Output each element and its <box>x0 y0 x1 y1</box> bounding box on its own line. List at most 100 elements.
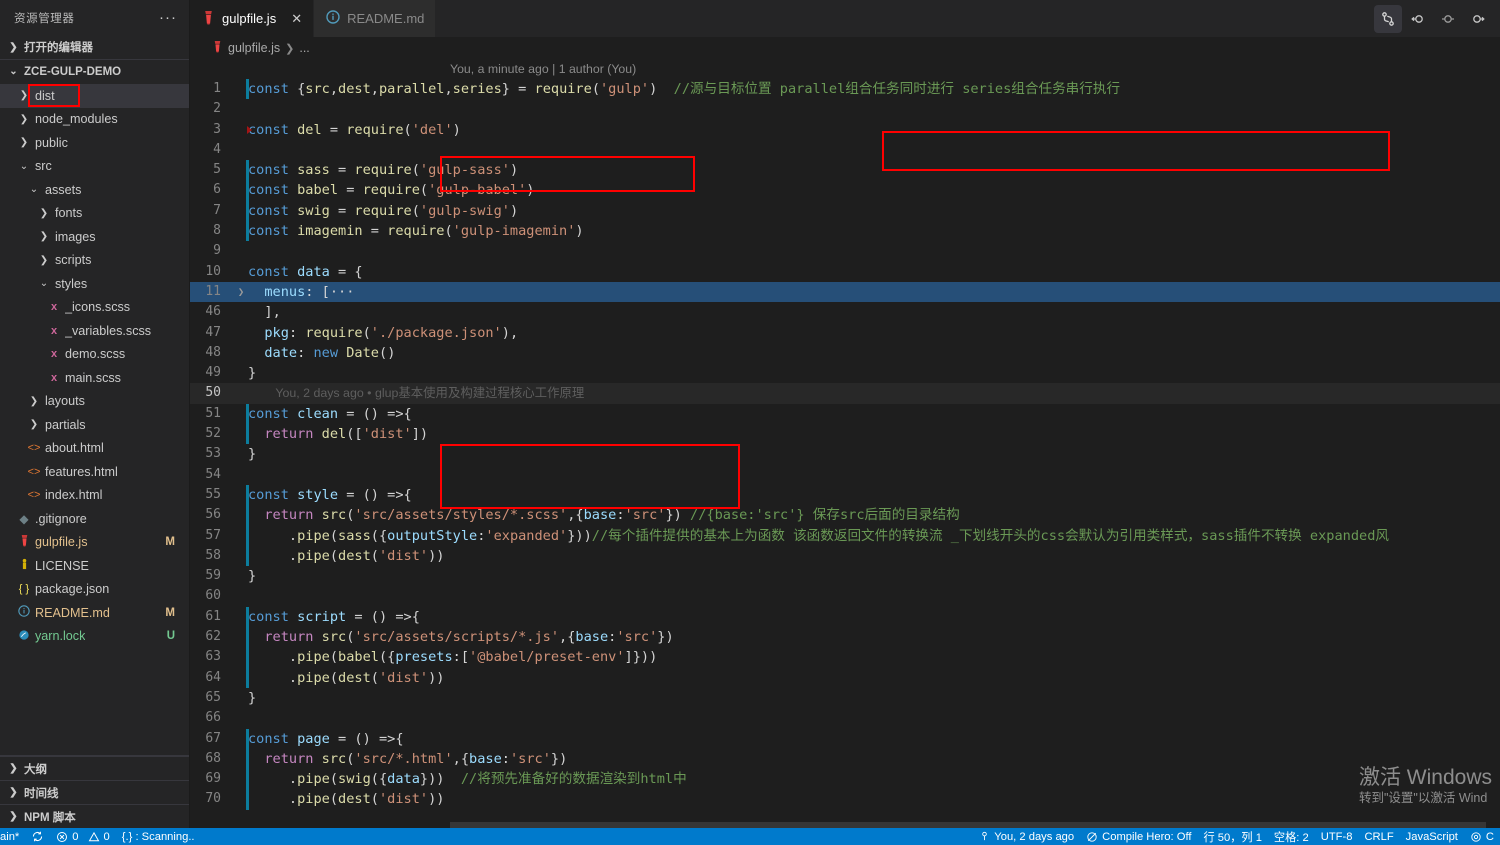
split-editor-right-icon[interactable] <box>1464 5 1492 33</box>
status-scanning[interactable]: {.} : Scanning.. <box>116 828 201 845</box>
code-lines[interactable]: 1 const {src,dest,parallel,series} = requ… <box>190 79 1500 828</box>
tree-item-readme-md[interactable]: README.md M <box>0 601 189 625</box>
code-line[interactable]: 10 const data = { <box>190 262 1500 282</box>
status-blame[interactable]: You, 2 days ago <box>973 828 1080 845</box>
horizontal-scrollbar[interactable] <box>450 822 1486 828</box>
tree-item-scripts[interactable]: ❯ scripts <box>0 249 189 273</box>
code-line[interactable]: 6 const babel = require('gulp-babel') <box>190 180 1500 201</box>
code-editor[interactable]: You, a minute ago | 1 author (You) 1 cons… <box>190 59 1500 828</box>
tree-item-layouts[interactable]: ❯ layouts <box>0 390 189 414</box>
status-branch[interactable]: ain* <box>0 828 25 845</box>
status-cursor-position[interactable]: 行 50，列 1 <box>1197 828 1267 845</box>
panel-npm-scripts[interactable]: ❯ NPM 脚本 <box>0 804 189 828</box>
code-text: const script = () =>{ <box>248 608 420 625</box>
tree-item-images[interactable]: ❯ images <box>0 225 189 249</box>
tree-item-about-html[interactable]: <> about.html <box>0 437 189 461</box>
git-change-indicator <box>246 545 249 567</box>
code-line[interactable]: 8 const imagemin = require('gulp-imagemin… <box>190 221 1500 242</box>
breadcrumb[interactable]: gulpfile.js ❯ ... <box>190 37 1500 59</box>
code-line[interactable]: 49} <box>190 363 1500 383</box>
file-tree[interactable]: ❯ dist ❯ node_modules ❯ public ⌄ src ⌄ assets ❯ fon… <box>0 83 189 755</box>
code-line[interactable]: 64 .pipe(dest('dist')) <box>190 667 1500 688</box>
tree-item-main-scss[interactable]: x main.scss <box>0 366 189 390</box>
code-line[interactable]: 52 return del(['dist']) <box>190 424 1500 445</box>
breadcrumb-rest[interactable]: ... <box>299 41 309 55</box>
tab-readme-md[interactable]: README.md <box>314 0 437 37</box>
code-line[interactable]: 54 <box>190 465 1500 485</box>
status-sync[interactable] <box>25 828 50 845</box>
panel-timeline[interactable]: ❯ 时间线 <box>0 780 189 804</box>
code-line[interactable]: 68 return src('src/*.html',{base:'src'}) <box>190 748 1500 770</box>
tree-item-dist[interactable]: ❯ dist <box>0 84 189 108</box>
tree-item-license[interactable]: LICENSE <box>0 554 189 578</box>
tree-item-assets[interactable]: ⌄ assets <box>0 178 189 202</box>
status-indentation[interactable]: 空格: 2 <box>1268 828 1315 845</box>
code-line[interactable]: 53} <box>190 444 1500 464</box>
status-notifications[interactable]: C <box>1464 828 1500 845</box>
code-line[interactable]: 59} <box>190 566 1500 586</box>
code-line[interactable]: 58 .pipe(dest('dist')) <box>190 545 1500 567</box>
split-editor-center-icon[interactable] <box>1434 5 1462 33</box>
code-line[interactable]: 46 ], <box>190 302 1500 322</box>
code-line[interactable]: 5 const sass = require('gulp-sass') <box>190 160 1500 181</box>
tree-item-src[interactable]: ⌄ src <box>0 155 189 179</box>
code-line[interactable]: 56 return src('src/assets/styles/*.scss'… <box>190 505 1500 526</box>
split-editor-left-icon[interactable] <box>1404 5 1432 33</box>
code-line[interactable]: 57 .pipe(sass({outputStyle:'expanded'}))… <box>190 525 1500 546</box>
code-text: return src('src/assets/styles/*.scss',{b… <box>264 507 960 524</box>
project-section[interactable]: ⌄ ZCE-GULP-DEMO <box>0 59 189 83</box>
status-language-mode[interactable]: JavaScript <box>1400 828 1464 845</box>
tab-gulpfile-js[interactable]: gulpfile.js ✕ <box>190 0 315 37</box>
tree-item-package-json[interactable]: { } package.json <box>0 578 189 602</box>
status-eol[interactable]: CRLF <box>1358 828 1399 845</box>
code-line[interactable]: 2 <box>190 99 1500 119</box>
code-line[interactable]: 50 You, 2 days ago • glup基本使用及构建过程核心工作原理 <box>190 383 1500 404</box>
line-number: 4 <box>213 141 221 157</box>
tree-item-features-html[interactable]: <> features.html <box>0 460 189 484</box>
code-line[interactable]: 9 <box>190 241 1500 261</box>
tree-item-public[interactable]: ❯ public <box>0 131 189 155</box>
tree-item--icons-scss[interactable]: x _icons.scss <box>0 296 189 320</box>
code-line[interactable]: 62 return src('src/assets/scripts/*.js',… <box>190 627 1500 648</box>
status-compile-hero[interactable]: Compile Hero: Off <box>1080 828 1197 845</box>
code-line[interactable]: 7 const swig = require('gulp-swig') <box>190 200 1500 222</box>
tree-item-partials[interactable]: ❯ partials <box>0 413 189 437</box>
tree-item-index-html[interactable]: <> index.html <box>0 484 189 508</box>
fold-chevron-icon[interactable]: ❯ <box>234 282 248 302</box>
code-line[interactable]: 1 const {src,dest,parallel,series} = requ… <box>190 79 1500 100</box>
code-line[interactable]: 3 const del = require('del') <box>190 120 1500 140</box>
code-line[interactable]: 61 const script = () =>{ <box>190 606 1500 628</box>
code-line[interactable]: 67 const page = () =>{ <box>190 728 1500 749</box>
tree-item-styles[interactable]: ⌄ styles <box>0 272 189 296</box>
tree-item-node-modules[interactable]: ❯ node_modules <box>0 108 189 132</box>
line-number: 59 <box>205 568 221 584</box>
open-editors-section[interactable]: ❯ 打开的编辑器 <box>0 35 189 59</box>
more-actions-icon[interactable]: ··· <box>153 10 183 25</box>
chevron-right-icon: ❯ <box>19 137 29 149</box>
panel-outline[interactable]: ❯ 大纲 <box>0 756 189 780</box>
status-encoding[interactable]: UTF-8 <box>1315 828 1359 845</box>
code-line[interactable]: 70 .pipe(dest('dist')) <box>190 789 1500 810</box>
tree-item-yarn-lock[interactable]: yarn.lock U <box>0 625 189 649</box>
code-line[interactable]: 60 <box>190 586 1500 606</box>
source-control-graph-icon[interactable] <box>1374 4 1402 33</box>
code-line[interactable]: 63 .pipe(babel({presets:['@babel/preset-… <box>190 647 1500 668</box>
code-line[interactable]: 55 const style = () =>{ <box>190 484 1500 506</box>
tree-item-fonts[interactable]: ❯ fonts <box>0 202 189 226</box>
code-line[interactable]: 4 <box>190 140 1500 160</box>
code-line[interactable]: 11 ❯ menus: [··· <box>190 281 1500 303</box>
status-problems[interactable]: 0 0 <box>50 828 115 845</box>
breadcrumb-file[interactable]: gulpfile.js <box>228 41 280 55</box>
code-line[interactable]: 48 date: new Date() <box>190 343 1500 363</box>
close-icon[interactable]: ✕ <box>291 11 302 27</box>
info-icon <box>326 10 340 27</box>
tree-item-gulpfile-js[interactable]: gulpfile.js M <box>0 531 189 555</box>
tree-item--gitignore[interactable]: ◆ .gitignore <box>0 507 189 531</box>
code-line[interactable]: 66 <box>190 708 1500 728</box>
tree-item--variables-scss[interactable]: x _variables.scss <box>0 319 189 343</box>
code-line[interactable]: 65} <box>190 688 1500 708</box>
code-line[interactable]: 47 pkg: require('./package.json'), <box>190 323 1500 343</box>
code-line[interactable]: 69 .pipe(swig({data})) //将预先准备好的数据渲染到htm… <box>190 769 1500 790</box>
tree-item-demo-scss[interactable]: x demo.scss <box>0 343 189 367</box>
code-line[interactable]: 51 const clean = () =>{ <box>190 403 1500 425</box>
